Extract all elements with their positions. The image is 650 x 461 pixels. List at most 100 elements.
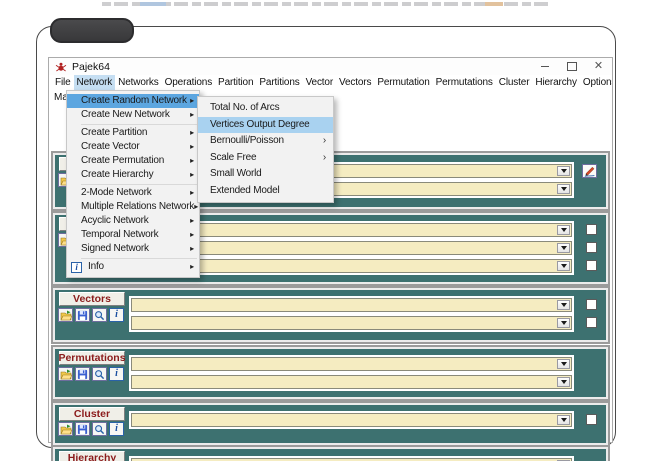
screenshot-stage: Pajek64 ✕ File Network Networks Operatio… — [0, 0, 650, 461]
caption-fragment — [140, 2, 166, 6]
menu-item-acyclic-network[interactable]: Acyclic Network▸ — [67, 214, 199, 228]
chevron-down-icon — [561, 228, 567, 232]
menu-file[interactable]: File — [52, 75, 74, 90]
panel-hierarchy: Hierarchy i — [53, 447, 608, 461]
submenu-arrow-icon: ▸ — [190, 140, 194, 154]
save-icon[interactable] — [75, 367, 90, 381]
permutation-row-1 — [131, 357, 597, 371]
menu-item-vertices-output-degree[interactable]: Vertices Output Degree — [198, 117, 333, 134]
submenu-chevron-icon: › — [323, 133, 326, 150]
submenu-arrow-icon: ▸ — [190, 214, 194, 228]
chevron-down-icon — [561, 380, 567, 384]
info-icon[interactable]: i — [109, 308, 124, 322]
dropdown-button[interactable] — [557, 225, 570, 235]
menu-item-scale-free[interactable]: Scale Free› — [198, 150, 333, 167]
vector-checkbox-1[interactable] — [586, 299, 597, 310]
info-icon: i — [71, 262, 82, 273]
submenu-arrow-icon: ▸ — [190, 126, 194, 140]
save-icon[interactable] — [75, 308, 90, 322]
submenu-arrow-icon: ▸ — [190, 94, 194, 108]
info-icon[interactable]: i — [109, 367, 124, 381]
menu-networks[interactable]: Networks — [115, 75, 161, 90]
dropdown-button[interactable] — [557, 377, 570, 387]
caption-fragment — [485, 2, 503, 6]
menu-item-create-partition[interactable]: Create Partition▸ — [67, 126, 199, 140]
minimize-button[interactable] — [531, 58, 558, 75]
search-icon[interactable] — [92, 367, 107, 381]
dropdown-button[interactable] — [557, 261, 570, 271]
menu-item-temporal-network[interactable]: Temporal Network▸ — [67, 228, 199, 242]
partition-checkbox-2[interactable] — [586, 242, 597, 253]
menu-cluster[interactable]: Cluster — [496, 75, 533, 90]
menu-item-multiple-relations-network[interactable]: Multiple Relations Network▸ — [67, 200, 199, 214]
vectors-combo-2[interactable] — [131, 316, 572, 330]
menu-item-create-vector[interactable]: Create Vector▸ — [67, 140, 199, 154]
menu-hierarchy[interactable]: Hierarchy — [532, 75, 579, 90]
search-icon[interactable] — [92, 422, 107, 436]
menu-vectors[interactable]: Vectors — [336, 75, 374, 90]
submenu-arrow-icon: ▸ — [190, 108, 194, 122]
window-title: Pajek64 — [72, 61, 110, 73]
dropdown-button[interactable] — [557, 318, 570, 328]
cluster-label-button[interactable]: Cluster — [59, 407, 125, 421]
create-random-network-submenu: Total No. of Arcs Vertices Output Degree… — [197, 96, 334, 203]
maximize-button[interactable] — [558, 58, 585, 75]
menu-item-create-permutation[interactable]: Create Permutation▸ — [67, 154, 199, 168]
menu-item-info[interactable]: iInfo▸ — [67, 260, 199, 274]
info-icon[interactable]: i — [109, 422, 124, 436]
open-folder-icon[interactable] — [58, 422, 73, 436]
submenu-arrow-icon: ▸ — [190, 168, 194, 182]
chevron-down-icon — [561, 169, 567, 173]
menu-partitions[interactable]: Partitions — [256, 75, 302, 90]
permutations-toolbar: i — [58, 367, 124, 381]
hierarchy-label-button[interactable]: Hierarchy — [59, 451, 125, 461]
dropdown-button[interactable] — [557, 300, 570, 310]
menu-network[interactable]: Network — [74, 75, 116, 90]
menu-item-2-mode-network[interactable]: 2-Mode Network▸ — [67, 186, 199, 200]
menu-item-create-random-network[interactable]: Create Random Network▸ — [67, 94, 199, 108]
permutations-label-button[interactable]: Permutations — [59, 351, 125, 365]
vectors-combo-1[interactable] — [131, 298, 572, 312]
menu-operations[interactable]: Operations — [162, 75, 215, 90]
partition-checkbox-3[interactable] — [586, 260, 597, 271]
submenu-chevron-icon: › — [323, 150, 326, 167]
cluster-checkbox[interactable] — [586, 414, 597, 425]
cropped-caption-strip — [102, 2, 552, 6]
minimize-icon — [541, 66, 549, 67]
dropdown-button[interactable] — [557, 359, 570, 369]
menu-item-small-world[interactable]: Small World — [198, 166, 333, 183]
permutations-combo-2[interactable] — [131, 375, 572, 389]
menu-separator — [81, 124, 197, 125]
menu-item-total-no-of-arcs[interactable]: Total No. of Arcs — [198, 100, 333, 117]
permutations-combo-1[interactable] — [131, 357, 572, 371]
menubar: File Network Networks Operations Partiti… — [49, 75, 612, 90]
search-icon[interactable] — [92, 308, 107, 322]
menu-item-create-hierarchy[interactable]: Create Hierarchy▸ — [67, 168, 199, 182]
menu-permutation[interactable]: Permutation — [374, 75, 432, 90]
combo-value — [135, 415, 555, 425]
menu-item-extended-model[interactable]: Extended Model — [198, 183, 333, 200]
menu-partition[interactable]: Partition — [215, 75, 256, 90]
vector-checkbox-2[interactable] — [586, 317, 597, 328]
cluster-combo-1[interactable] — [131, 413, 572, 427]
save-icon[interactable] — [75, 422, 90, 436]
submenu-arrow-icon: ▸ — [190, 154, 194, 168]
panel-cluster: Cluster i — [53, 403, 608, 445]
close-button[interactable]: ✕ — [585, 58, 612, 75]
partition-checkbox-1[interactable] — [586, 224, 597, 235]
menu-permutations[interactable]: Permutations — [433, 75, 496, 90]
open-folder-icon[interactable] — [58, 367, 73, 381]
edit-network-button[interactable] — [582, 164, 597, 178]
open-folder-icon[interactable] — [58, 308, 73, 322]
dropdown-button[interactable] — [557, 415, 570, 425]
dropdown-button[interactable] — [557, 243, 570, 253]
menu-item-create-new-network[interactable]: Create New Network▸ — [67, 108, 199, 122]
submenu-arrow-icon: ▸ — [190, 242, 194, 256]
menu-options[interactable]: Options — [580, 75, 612, 90]
menu-item-signed-network[interactable]: Signed Network▸ — [67, 242, 199, 256]
menu-vector[interactable]: Vector — [303, 75, 336, 90]
dropdown-button[interactable] — [557, 166, 570, 176]
dropdown-button[interactable] — [557, 184, 570, 194]
vectors-label-button[interactable]: Vectors — [59, 292, 125, 306]
menu-item-bernoulli-poisson[interactable]: Bernoulli/Poisson› — [198, 133, 333, 150]
